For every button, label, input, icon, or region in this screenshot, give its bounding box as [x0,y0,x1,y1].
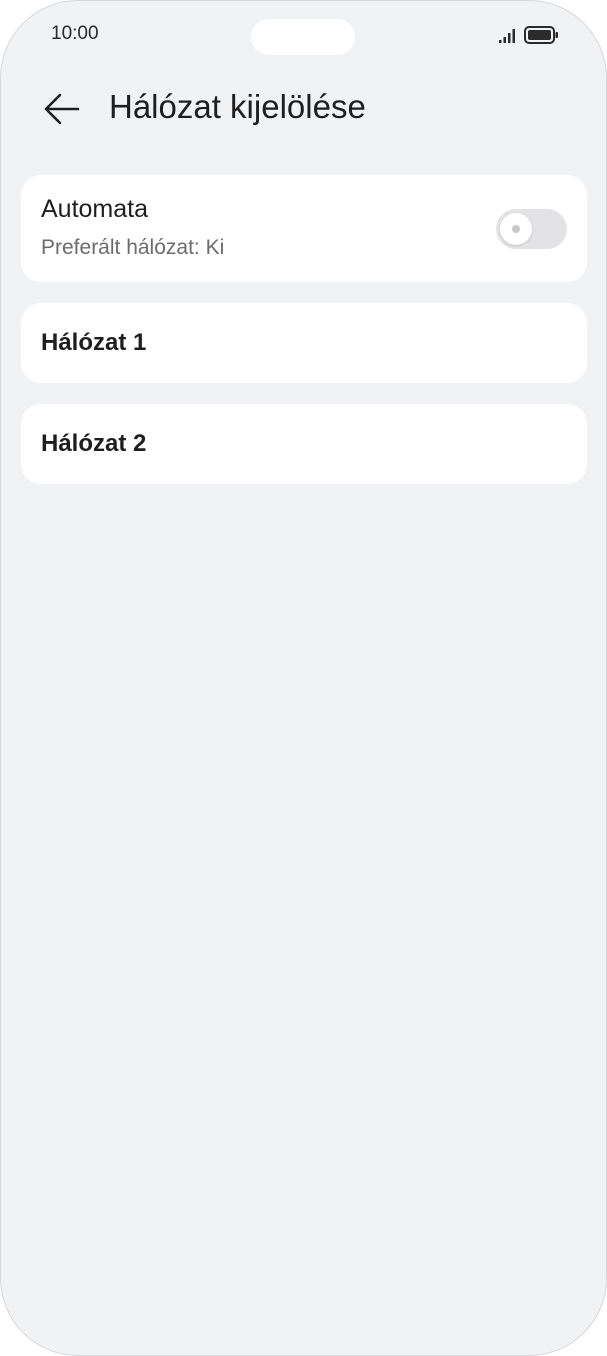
automatic-network-card[interactable]: Automata Preferált hálózat: Ki [21,175,587,282]
toggle-dot [512,225,520,233]
toggle-knob [500,213,532,245]
battery-icon [524,26,558,44]
arrow-left-icon [44,93,80,125]
page-title: Hálózat kijelölése [109,88,366,125]
automatic-title: Automata [41,195,149,223]
network-label: Hálózat 2 [41,430,147,457]
network-item-2[interactable]: Hálózat 2 [21,404,587,484]
network-item-1[interactable]: Hálózat 1 [21,303,587,383]
preferred-network-status: Preferált hálózat: Ki [41,236,225,259]
signal-icon [499,29,515,43]
automatic-toggle[interactable] [496,209,567,249]
back-button[interactable] [35,83,87,135]
camera-notch [251,19,355,55]
network-label: Hálózat 1 [41,329,147,356]
phone-screen: 10:00 Hálózat kijelölése Automata Prefer… [0,0,607,1356]
status-time: 10:00 [51,23,99,44]
